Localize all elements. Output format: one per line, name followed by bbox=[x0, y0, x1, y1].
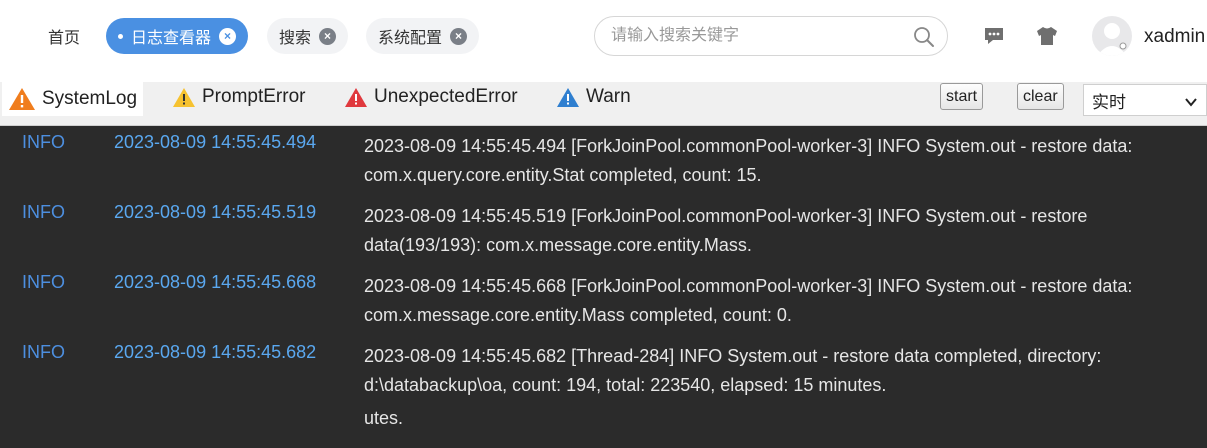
log-entry: INFO 2023-08-09 14:55:45.682 2023-08-09 … bbox=[0, 336, 1207, 406]
warning-blue-icon bbox=[557, 88, 579, 107]
log-message: 2023-08-09 14:55:45.668 [ForkJoinPool.co… bbox=[364, 276, 1133, 325]
log-message: 2023-08-09 14:55:45.494 [ForkJoinPool.co… bbox=[364, 136, 1133, 185]
username[interactable]: xadmin bbox=[1144, 26, 1205, 48]
warning-red-icon bbox=[345, 88, 367, 107]
log-timestamp: 2023-08-09 14:55:45.519 bbox=[114, 202, 317, 222]
log-level: INFO bbox=[22, 272, 65, 292]
log-timestamp: 2023-08-09 14:55:45.668 bbox=[114, 272, 317, 292]
mode-select[interactable]: 实时 bbox=[1083, 84, 1207, 116]
chevron-down-icon bbox=[1184, 94, 1198, 114]
log-tab-unexpectederror[interactable]: UnexpectedError bbox=[338, 82, 524, 112]
log-message: 2023-08-09 14:55:45.682 [Thread-284] INF… bbox=[364, 346, 1102, 395]
log-tab-systemlog-label: SystemLog bbox=[42, 88, 138, 109]
skin-icon[interactable] bbox=[1036, 26, 1058, 51]
warning-orange-icon bbox=[9, 88, 35, 110]
log-level: INFO bbox=[22, 342, 65, 362]
log-tab-prompterror-label: PromptError bbox=[202, 86, 306, 107]
log-tab-systemlog[interactable]: SystemLog bbox=[2, 82, 144, 116]
mode-select-value: 实时 bbox=[1092, 92, 1126, 112]
close-tab-system-config-icon[interactable]: × bbox=[450, 27, 468, 45]
start-button[interactable]: start bbox=[940, 83, 984, 110]
search-icon[interactable] bbox=[913, 26, 935, 53]
user-silhouette-icon bbox=[1097, 23, 1127, 56]
log-entry: INFO 2023-08-09 14:55:45.668 2023-08-09 … bbox=[0, 266, 1207, 336]
tab-log-viewer-label: 日志查看器 bbox=[131, 30, 212, 47]
log-timestamp: 2023-08-09 14:55:45.682 bbox=[114, 342, 317, 362]
search-input[interactable] bbox=[611, 25, 901, 47]
tab-home-label: 首页 bbox=[48, 30, 81, 47]
log-level: INFO bbox=[22, 132, 65, 152]
tab-search-label: 搜索 bbox=[279, 30, 312, 47]
tab-search[interactable]: 搜索 × bbox=[267, 18, 349, 54]
log-tab-warn-label: Warn bbox=[586, 86, 631, 107]
log-toolbar: SystemLog PromptError UnexpectedError Wa… bbox=[0, 82, 1207, 126]
tab-home[interactable]: 首页 bbox=[36, 18, 93, 54]
log-tab-warn[interactable]: Warn bbox=[550, 82, 637, 112]
tab-system-config[interactable]: 系统配置 × bbox=[366, 18, 480, 54]
tab-log-viewer[interactable]: 日志查看器 × bbox=[106, 18, 249, 54]
warning-yellow-icon bbox=[173, 88, 195, 107]
log-timestamp: 2023-08-09 14:55:45.494 bbox=[114, 132, 317, 152]
top-header: 首页 日志查看器 × 搜索 × 系统配置 × xadmin bbox=[0, 0, 1207, 82]
log-entry: INFO 2023-08-09 14:55:45.519 2023-08-09 … bbox=[0, 196, 1207, 266]
close-tab-search-icon[interactable]: × bbox=[319, 27, 337, 45]
tab-system-config-label: 系统配置 bbox=[378, 30, 443, 47]
log-tab-prompterror[interactable]: PromptError bbox=[166, 82, 311, 112]
search-box bbox=[594, 16, 948, 56]
log-tab-unexpectederror-label: UnexpectedError bbox=[374, 86, 518, 107]
log-output[interactable]: INFO 2023-08-09 14:55:45.494 2023-08-09 … bbox=[0, 126, 1207, 448]
close-tab-log-viewer-icon[interactable]: × bbox=[219, 27, 237, 45]
log-trailing-text: utes. bbox=[364, 408, 404, 428]
log-entry: INFO 2023-08-09 14:55:45.494 2023-08-09 … bbox=[0, 126, 1207, 196]
avatar[interactable] bbox=[1092, 16, 1132, 56]
clear-button[interactable]: clear bbox=[1017, 83, 1064, 110]
log-level: INFO bbox=[22, 202, 65, 222]
log-message: 2023-08-09 14:55:45.519 [ForkJoinPool.co… bbox=[364, 206, 1088, 255]
message-icon[interactable] bbox=[983, 26, 1005, 51]
active-dot-icon bbox=[118, 33, 123, 39]
